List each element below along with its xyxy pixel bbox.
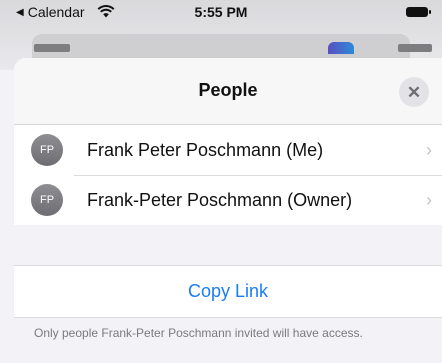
chevron-right-icon: › (426, 189, 432, 210)
avatar: FP (31, 134, 63, 166)
background-element (398, 44, 432, 52)
status-time: 5:55 PM (194, 4, 248, 20)
person-name: Frank-Peter Poschmann (Owner) (87, 189, 353, 210)
avatar: FP (31, 184, 63, 216)
background-element (34, 44, 70, 52)
background-avatar (328, 42, 354, 54)
person-row[interactable]: FP Frank Peter Poschmann (Me) › (14, 125, 442, 175)
copy-link-button[interactable]: Copy Link (14, 265, 442, 318)
sheet-header: People ✕ (14, 58, 442, 125)
close-icon: ✕ (406, 82, 422, 102)
person-name: Frank Peter Poschmann (Me) (87, 139, 324, 160)
person-row[interactable]: FP Frank-Peter Poschmann (Owner) › (14, 175, 442, 225)
sheet-title: People (198, 80, 258, 100)
copy-link-label: Copy Link (187, 281, 269, 301)
access-note: Only people Frank-Peter Poschmann invite… (34, 326, 363, 340)
people-list: FP Frank Peter Poschmann (Me) › FP Frank… (14, 125, 442, 225)
people-sheet: People ✕ FP Frank Peter Poschmann (Me) ›… (14, 58, 442, 363)
chevron-right-icon: › (426, 139, 432, 160)
status-bar: ◀ Calendar 5:55 PM (0, 0, 442, 24)
battery-icon (406, 7, 431, 17)
close-button[interactable]: ✕ (399, 77, 429, 107)
